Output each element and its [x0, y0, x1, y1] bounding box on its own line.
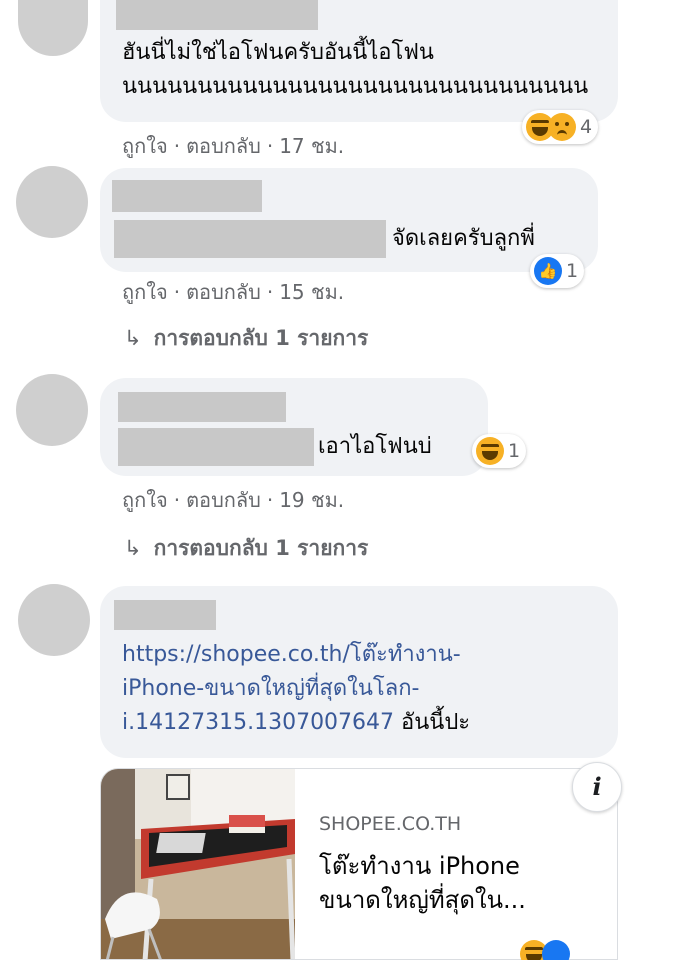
preview-thumbnail: [101, 769, 295, 959]
preview-domain: SHOPEE.CO.TH: [319, 813, 462, 835]
preview-title-line: โต๊ะทำงาน iPhone: [319, 852, 520, 880]
shopee-link[interactable]: iPhone-ขนาดใหญ่ที่สุดในโลก-: [122, 676, 419, 701]
timestamp[interactable]: 17 ชม.: [279, 134, 344, 158]
comment-text: เอาไอโฟนบ่: [318, 434, 432, 459]
comment-actions: ถูกใจ · ตอบกลับ · 17 ชม.: [122, 134, 345, 158]
link-preview-card[interactable]: SHOPEE.CO.TH โต๊ะทำงาน iPhone ขนาดใหญ่ที…: [100, 768, 618, 960]
redacted-author-name[interactable]: [112, 180, 262, 212]
like-reaction-icon: [542, 940, 570, 960]
haha-reaction-icon: [476, 437, 504, 465]
comment-bubble: ฮันนี่ไม่ใช่ไอโฟนครับอันนี้ไอโฟน นนนนนนน…: [100, 0, 618, 122]
comment-bubble: เอาไอโฟนบ่: [100, 378, 488, 476]
reaction-summary[interactable]: 👍 1: [530, 254, 585, 288]
comment-text: ฮันนี่ไม่ใช่ไอโฟนครับอันนี้ไอโฟน นนนนนนน…: [122, 36, 588, 104]
reply-link[interactable]: ตอบกลับ: [186, 280, 261, 304]
comment-bubble: https://shopee.co.th/โต๊ะทำงาน- iPhone-ข…: [100, 586, 618, 758]
like-link[interactable]: ถูกใจ: [122, 134, 168, 158]
reply-link[interactable]: ตอบกลับ: [186, 134, 261, 158]
reply-arrow-icon: ↳: [124, 536, 142, 560]
reaction-count: 4: [580, 116, 593, 138]
comment-text-line: ฮันนี่ไม่ใช่ไอโฟนครับอันนี้ไอโฟน: [122, 40, 434, 65]
preview-title-line: ขนาดใหญ่ที่สุดใน...: [319, 886, 526, 914]
redacted-author-name[interactable]: [114, 600, 216, 630]
reaction-count: 1: [566, 260, 579, 282]
comment-actions: ถูกใจ · ตอบกลับ · 15 ชม.: [122, 280, 345, 304]
reply-link[interactable]: ตอบกลับ: [186, 488, 261, 512]
timestamp[interactable]: 19 ชม.: [279, 488, 344, 512]
view-replies-link[interactable]: ↳ การตอบกลับ 1 รายการ: [124, 532, 368, 565]
timestamp[interactable]: 15 ชม.: [279, 280, 344, 304]
comment-actions: ถูกใจ · ตอบกลับ · 19 ชม.: [122, 488, 345, 512]
shopee-link[interactable]: https://shopee.co.th/โต๊ะทำงาน-: [122, 642, 461, 667]
comment-text: https://shopee.co.th/โต๊ะทำงาน- iPhone-ข…: [122, 638, 470, 740]
reaction-count: 1: [508, 440, 521, 462]
redacted-mention[interactable]: [118, 428, 314, 466]
comment-text-line: นนนนนนนนนนนนนนนนนนนนนนนนนนนนนนน: [122, 74, 589, 99]
like-link[interactable]: ถูกใจ: [122, 280, 168, 304]
avatar[interactable]: [16, 166, 88, 238]
view-replies-label: การตอบกลับ 1 รายการ: [153, 536, 369, 560]
view-replies-label: การตอบกลับ 1 รายการ: [153, 326, 369, 350]
shopee-link[interactable]: i.14127315.1307007647: [122, 710, 394, 735]
reaction-summary[interactable]: [520, 940, 610, 960]
redacted-author-name[interactable]: [118, 392, 286, 422]
redacted-author-name[interactable]: [116, 0, 318, 30]
comment-text-after-link: อันนี้ปะ: [401, 710, 471, 735]
info-icon[interactable]: i: [572, 762, 622, 812]
comment-bubble: จัดเลยครับลูกพี่: [100, 168, 598, 272]
reaction-summary[interactable]: 1: [472, 434, 527, 468]
avatar[interactable]: [16, 374, 88, 446]
comment-text: จัดเลยครับลูกพี่: [392, 226, 535, 251]
like-reaction-icon: 👍: [534, 257, 562, 285]
redacted-mention[interactable]: [114, 220, 386, 258]
avatar[interactable]: [18, 0, 88, 56]
sad-reaction-icon: [548, 113, 576, 141]
reaction-summary[interactable]: 4: [522, 110, 599, 144]
like-link[interactable]: ถูกใจ: [122, 488, 168, 512]
preview-title: โต๊ะทำงาน iPhone ขนาดใหญ่ที่สุดใน...: [319, 849, 599, 917]
view-replies-link[interactable]: ↳ การตอบกลับ 1 รายการ: [124, 322, 368, 355]
desk-thumbnail-image: [101, 769, 295, 959]
avatar[interactable]: [18, 584, 90, 656]
reply-arrow-icon: ↳: [124, 326, 142, 350]
